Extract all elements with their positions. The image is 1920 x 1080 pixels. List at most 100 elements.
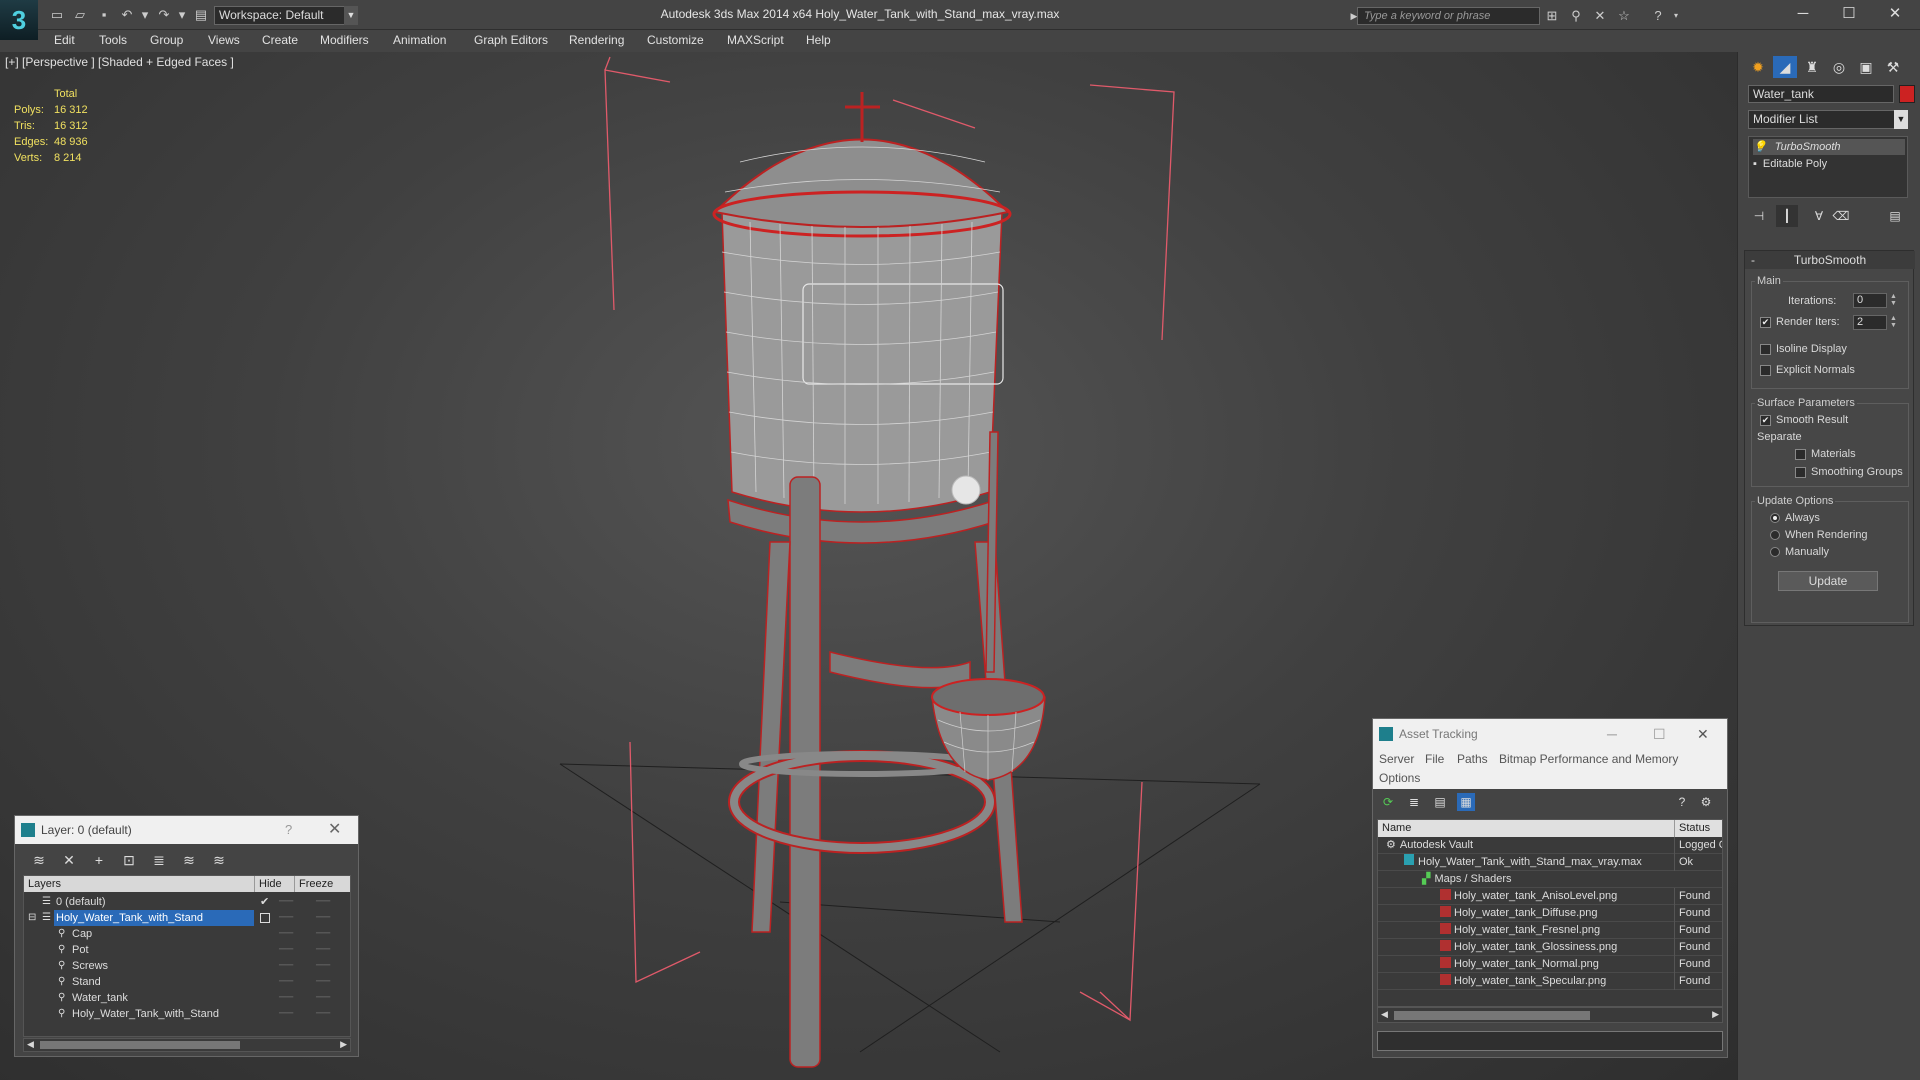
freeze-toggle[interactable]: ── — [316, 1006, 330, 1022]
asset-window-titlebar[interactable]: Asset Tracking ─ ☐ ✕ — [1373, 719, 1727, 749]
layers-column-header[interactable]: Layers — [28, 876, 61, 892]
redo-dropdown-icon[interactable]: ▾ — [173, 6, 191, 24]
modify-tab-icon[interactable]: ◢ — [1773, 56, 1797, 78]
object-name-field[interactable]: Water_tank — [1748, 85, 1894, 103]
isoline-display-checkbox[interactable] — [1760, 344, 1771, 355]
menu-create[interactable]: Create — [262, 30, 298, 52]
menu-tools[interactable]: Tools — [99, 30, 127, 52]
menu-customize[interactable]: Customize — [647, 30, 704, 52]
project-folder-icon[interactable]: ▤ — [192, 6, 210, 24]
asset-row[interactable]: Holy_water_tank_Glossiness.png Found — [1378, 939, 1722, 956]
menu-help[interactable]: Help — [806, 30, 831, 52]
active-layer-box[interactable] — [260, 913, 270, 923]
maximize-icon[interactable]: ☐ — [1826, 0, 1872, 28]
asset-menu-file[interactable]: File — [1425, 752, 1444, 766]
list-view-icon[interactable]: ≣ — [1405, 793, 1423, 811]
menu-maxscript[interactable]: MAXScript — [727, 30, 784, 52]
menu-rendering[interactable]: Rendering — [569, 30, 624, 52]
favorites-star-icon[interactable]: ☆ — [1614, 7, 1634, 25]
stack-item-turbosmooth[interactable]: 💡 TurboSmooth — [1753, 139, 1905, 155]
menu-edit[interactable]: Edit — [54, 30, 75, 52]
hide-column-header[interactable]: Hide — [254, 876, 282, 892]
freeze-toggle[interactable]: ── — [316, 958, 330, 974]
maximize-icon[interactable]: ☐ — [1653, 719, 1666, 749]
expand-plus-icon[interactable]: ▪ — [1753, 158, 1757, 170]
layer-row[interactable]: ⚲ Cap ── ── — [24, 926, 350, 942]
hide-toggle[interactable]: ── — [279, 990, 293, 1006]
scrollbar-thumb[interactable] — [1394, 1011, 1590, 1020]
materials-checkbox[interactable] — [1795, 449, 1806, 460]
minimize-icon[interactable]: ─ — [1607, 719, 1617, 749]
layer-row[interactable]: ⚲ Water_tank ── ── — [24, 990, 350, 1006]
asset-menu-options[interactable]: Options — [1379, 771, 1420, 785]
scroll-right-icon[interactable]: ▶ — [340, 1039, 347, 1050]
viewport-label[interactable]: [+] [Perspective ] [Shaded + Edged Faces… — [5, 55, 234, 69]
stack-item-editable-poly[interactable]: ▪ Editable Poly — [1753, 156, 1827, 172]
chevron-down-icon[interactable]: ▼ — [344, 6, 358, 25]
asset-row[interactable]: Holy_water_tank_AnisoLevel.png Found — [1378, 888, 1722, 905]
menu-group[interactable]: Group — [150, 30, 183, 52]
highlight-layer-icon[interactable]: ≣ — [149, 851, 169, 869]
menu-animation[interactable]: Animation — [393, 30, 446, 52]
layer-row[interactable]: ⚲ Pot ── ── — [24, 942, 350, 958]
water-tank-body[interactable] — [712, 92, 1012, 513]
pin-stack-icon[interactable]: ⊣ — [1748, 205, 1770, 227]
hide-toggle[interactable]: ── — [279, 926, 293, 942]
asset-horizontal-scrollbar[interactable]: ◀ ▶ — [1377, 1007, 1723, 1023]
asset-row[interactable]: ⚙ Autodesk Vault Logged O — [1378, 837, 1722, 854]
save-file-icon[interactable]: ▪ — [95, 6, 113, 24]
name-column-header[interactable]: Name — [1382, 820, 1411, 837]
asset-menu-bitmap-performance[interactable]: Bitmap Performance and Memory — [1499, 752, 1678, 766]
delete-layer-icon[interactable]: ✕ — [59, 851, 79, 869]
object-color-swatch[interactable] — [1899, 85, 1915, 103]
close-icon[interactable]: ✕ — [1872, 0, 1918, 28]
menu-views[interactable]: Views — [208, 30, 240, 52]
create-layer-icon[interactable]: + — [89, 851, 109, 869]
scroll-left-icon[interactable]: ◀ — [27, 1039, 34, 1050]
rollout-title[interactable]: - TurboSmooth — [1745, 251, 1915, 269]
remove-modifier-icon[interactable]: ⌫ — [1830, 205, 1852, 227]
layer-horizontal-scrollbar[interactable]: ◀ ▶ — [23, 1038, 351, 1052]
redo-icon[interactable]: ↷ — [155, 6, 173, 24]
lightbulb-icon[interactable]: 💡 — [1753, 141, 1767, 153]
asset-menu-paths[interactable]: Paths — [1457, 752, 1488, 766]
hide-toggle[interactable]: ── — [279, 942, 293, 958]
status-column-header[interactable]: Status — [1674, 820, 1710, 837]
hide-toggle[interactable]: ── — [279, 894, 293, 910]
asset-row[interactable]: Holy_water_tank_Fresnel.png Found — [1378, 922, 1722, 939]
layer-manager-icon[interactable]: ≋ — [29, 851, 49, 869]
help-icon[interactable]: ? — [1673, 793, 1691, 811]
menu-graph-editors[interactable]: Graph Editors — [474, 30, 548, 52]
close-icon[interactable]: ✕ — [328, 816, 341, 844]
subscription-icon[interactable]: ⚲ — [1566, 7, 1586, 25]
smoothing-groups-checkbox[interactable] — [1795, 467, 1806, 478]
active-layer-check-icon[interactable]: ✔ — [260, 894, 269, 910]
asset-row[interactable]: Holy_water_tank_Normal.png Found — [1378, 956, 1722, 973]
layer-window-titlebar[interactable]: Layer: 0 (default) ? ✕ — [15, 816, 358, 844]
layer-row[interactable]: ⚲ Screws ── ── — [24, 958, 350, 974]
when-rendering-radio[interactable] — [1770, 530, 1780, 540]
communication-icon[interactable]: ✕ — [1590, 7, 1610, 25]
table-view-icon[interactable]: ▦ — [1457, 793, 1475, 811]
select-objects-icon[interactable]: ⊡ — [119, 851, 139, 869]
chevron-down-icon[interactable]: ▼ — [1894, 110, 1908, 129]
asset-row[interactable]: ▞ Maps / Shaders — [1378, 871, 1722, 888]
freeze-toggle[interactable]: ── — [316, 894, 330, 910]
always-radio[interactable] — [1770, 513, 1780, 523]
hide-toggle[interactable]: ── — [279, 910, 293, 926]
render-iters-checkbox[interactable]: ✔ — [1760, 317, 1771, 328]
explicit-normals-checkbox[interactable] — [1760, 365, 1771, 376]
search-input[interactable]: Type a keyword or phrase — [1357, 7, 1540, 25]
motion-tab-icon[interactable]: ◎ — [1827, 56, 1851, 78]
collapse-minus-icon[interactable]: - — [1751, 251, 1755, 269]
freeze-toggle[interactable]: ── — [316, 910, 330, 926]
create-tab-icon[interactable]: ✹ — [1746, 56, 1770, 78]
scrollbar-thumb[interactable] — [40, 1041, 240, 1049]
freeze-column-header[interactable]: Freeze — [294, 876, 333, 892]
asset-row[interactable]: Holy_Water_Tank_with_Stand_max_vray.max … — [1378, 854, 1722, 871]
freeze-toggle[interactable]: ── — [316, 990, 330, 1006]
new-file-icon[interactable]: ▭ — [48, 6, 66, 24]
hide-toggle[interactable]: ── — [279, 1006, 293, 1022]
freeze-toggle[interactable]: ── — [316, 942, 330, 958]
close-icon[interactable]: ✕ — [1697, 719, 1709, 749]
